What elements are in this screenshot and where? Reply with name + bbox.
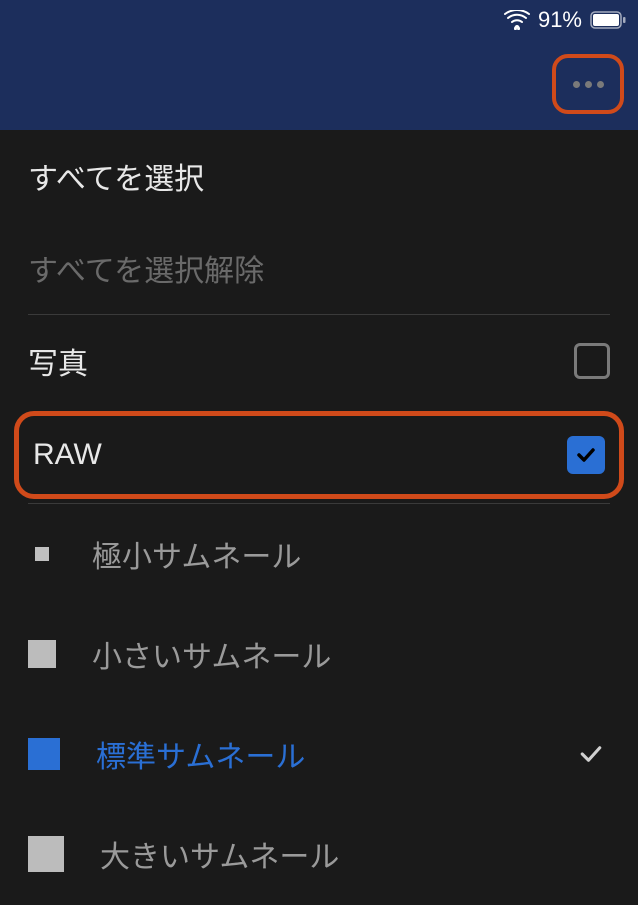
thumb-small-label: 小さいサムネール [92,632,610,676]
thumb-small-icon [28,640,56,668]
thumb-medium-row[interactable]: 標準サムネール [0,704,638,804]
wifi-icon [504,10,530,30]
thumb-medium-icon [28,738,60,770]
select-all-label: すべてを選択 [28,154,204,198]
thumb-tiny-label: 極小サムネール [92,532,610,576]
thumb-tiny-icon [35,547,49,561]
selected-checkmark-icon [576,739,606,769]
photos-label: 写真 [28,339,88,383]
battery-icon [590,11,626,29]
thumb-large-label: 大きいサムネール [100,832,610,876]
raw-label: RAW [33,438,102,472]
raw-row[interactable]: RAW [14,411,624,499]
raw-checkbox[interactable] [567,436,605,474]
thumb-medium-label: 標準サムネール [96,732,610,776]
thumb-large-icon [28,836,64,872]
photos-row[interactable]: 写真 [0,315,638,407]
action-menu: すべてを選択 すべてを選択解除 写真 RAW 極小サムネール 小さいサムネール … [0,130,638,904]
status-bar: 91% [0,0,638,40]
more-menu-button[interactable] [552,54,624,114]
deselect-all-item: すべてを選択解除 [0,222,638,314]
thumb-large-row[interactable]: 大きいサムネール [0,804,638,904]
battery-percent: 91% [538,7,582,33]
ellipsis-icon [573,81,604,88]
thumb-small-row[interactable]: 小さいサムネール [0,604,638,704]
checkmark-icon [574,443,598,467]
photos-checkbox[interactable] [574,343,610,379]
thumb-tiny-row[interactable]: 極小サムネール [0,504,638,604]
select-all-item[interactable]: すべてを選択 [0,130,638,222]
deselect-all-label: すべてを選択解除 [28,246,264,290]
app-header [0,40,638,130]
